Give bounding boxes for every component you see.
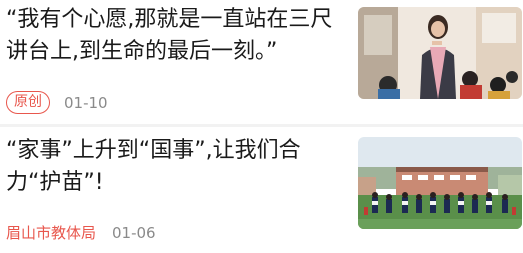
teacher-classroom-photo-icon: [358, 7, 522, 99]
news-date: 01-10: [64, 93, 108, 112]
original-badge: 原创: [6, 91, 50, 114]
news-meta: 原创 01-10: [6, 91, 108, 114]
news-thumbnail[interactable]: [358, 137, 522, 229]
news-headline[interactable]: “家事”上升到“国事”,让我们合力“护苗”!: [6, 135, 348, 199]
news-item[interactable]: “我有个心愿,那就是一直站在三尺讲台上,到生命的最后一刻。” 原创 01-10: [0, 0, 523, 124]
news-thumbnail[interactable]: [358, 7, 522, 99]
news-item[interactable]: “家事”上升到“国事”,让我们合力“护苗”! 眉山市教体局 01-06: [0, 127, 523, 253]
news-source[interactable]: 眉山市教体局: [6, 222, 96, 243]
news-meta: 眉山市教体局 01-06: [6, 222, 156, 243]
news-headline[interactable]: “我有个心愿,那就是一直站在三尺讲台上,到生命的最后一刻。”: [6, 4, 348, 68]
school-playground-photo-icon: [358, 137, 522, 229]
news-date: 01-06: [112, 223, 156, 242]
